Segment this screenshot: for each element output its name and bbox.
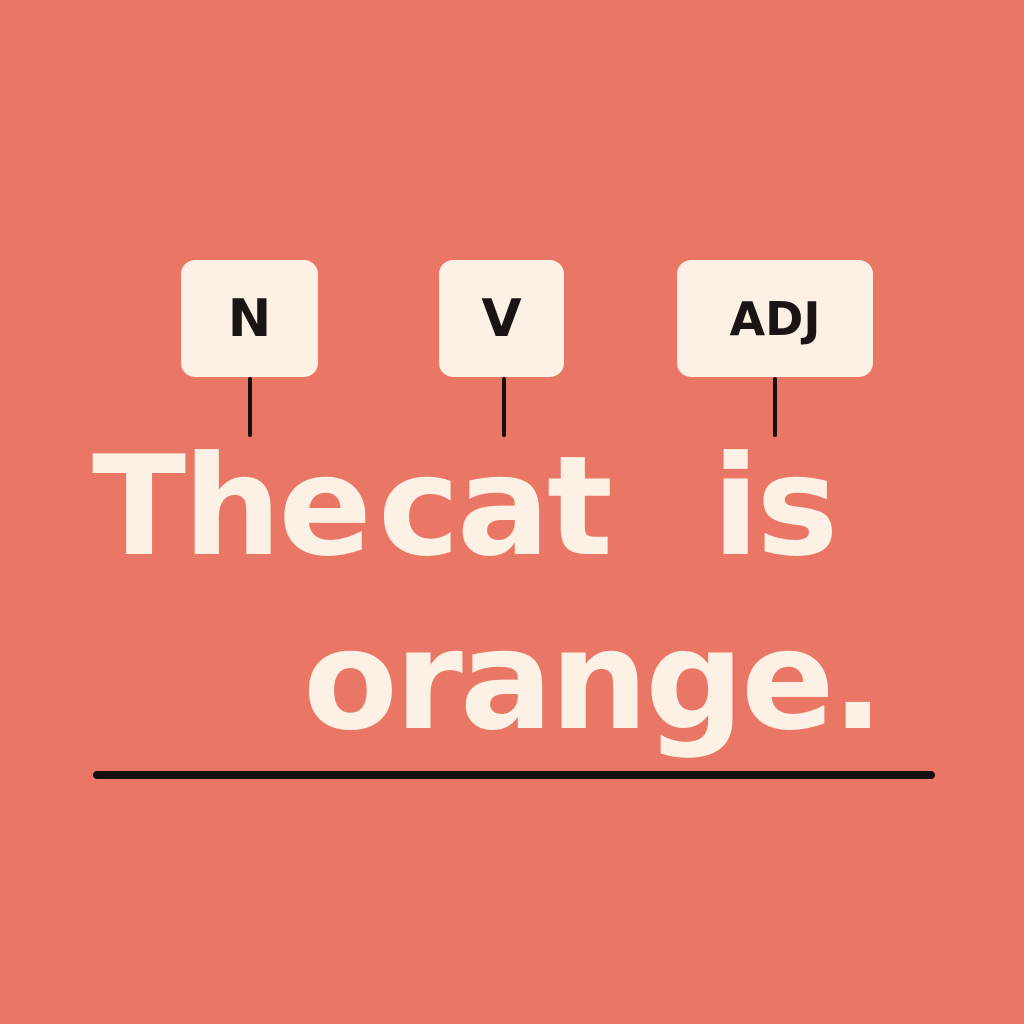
underline-rule bbox=[93, 771, 935, 779]
noun-tag: N bbox=[181, 260, 318, 377]
noun-tag-label: N bbox=[227, 288, 272, 349]
sentence-word-the: The bbox=[92, 426, 372, 587]
sentence-diagram: N V ADJ The cat is orange. bbox=[0, 0, 1024, 1024]
verb-tag-label: V bbox=[481, 288, 522, 349]
sentence-word-cat: cat bbox=[378, 426, 613, 587]
sentence-word-is: is bbox=[712, 426, 838, 587]
verb-tag: V bbox=[439, 260, 564, 377]
sentence-word-orange: orange. bbox=[303, 600, 884, 761]
adjective-tag-label: ADJ bbox=[729, 291, 821, 346]
adjective-tag: ADJ bbox=[677, 260, 873, 377]
